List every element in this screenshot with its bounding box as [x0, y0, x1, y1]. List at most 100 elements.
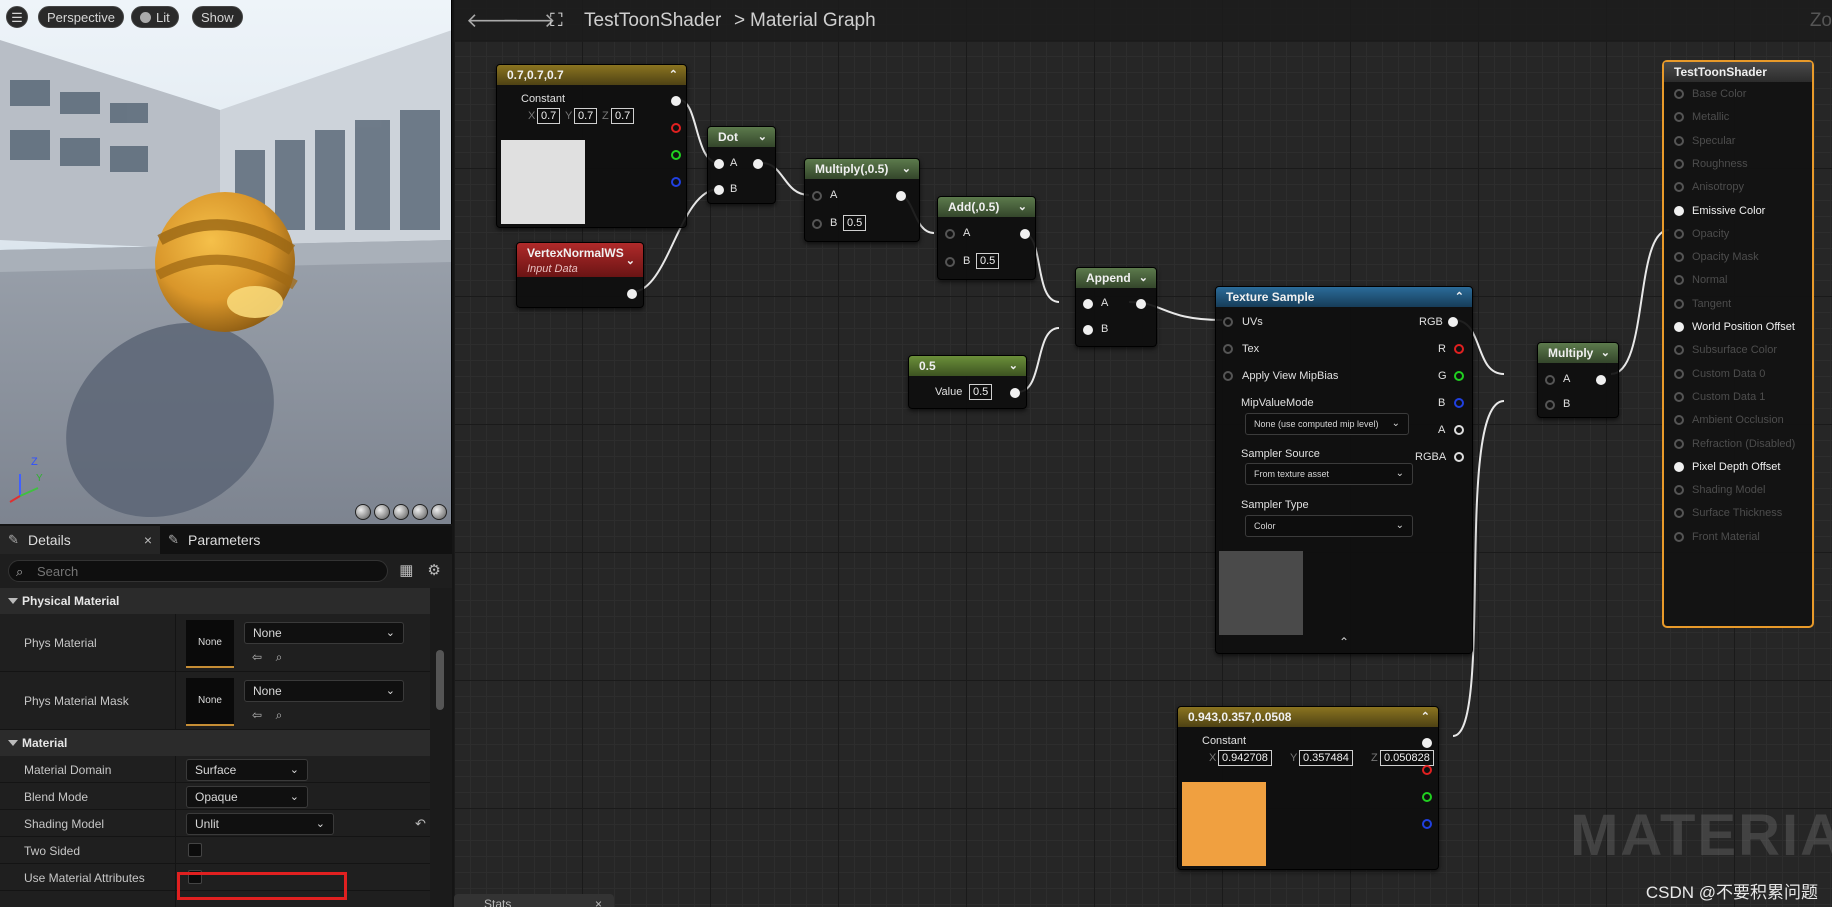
node-scalar-half[interactable]: 0.5 ⌄ Value 0.5 — [908, 355, 1027, 409]
x-value-field[interactable]: 0.7 — [537, 108, 561, 124]
material-graph[interactable]: 🡐 🡒 ⛶ TestToonShader > Material Graph Zo… — [454, 0, 1832, 907]
result-input-refraction-disabled[interactable]: Refraction (Disabled) — [1674, 436, 1795, 452]
viewport[interactable]: ☰ Perspective Lit Show Z Y — [0, 0, 452, 524]
result-input-custom-data-0[interactable]: Custom Data 0 — [1674, 366, 1765, 382]
chevron-down-icon[interactable]: ⌄ — [902, 159, 911, 179]
z-value-field[interactable]: 0.050828 — [1380, 750, 1434, 766]
node-dot[interactable]: Dot ⌄ A B — [707, 126, 776, 204]
node-append[interactable]: Append ⌄ A B — [1075, 267, 1157, 347]
chevron-down-icon[interactable]: ⌄ — [1139, 268, 1148, 288]
node-texture-sample[interactable]: Texture Sample ⌃ UVs Tex Apply View MipBi… — [1215, 286, 1473, 654]
preview-cylinder-icon[interactable] — [355, 504, 371, 520]
sampler-source-dropdown[interactable]: From texture asset ⌄ — [1245, 463, 1413, 485]
result-input-custom-data-1[interactable]: Custom Data 1 — [1674, 389, 1765, 405]
reset-to-default-icon[interactable]: ↶ — [415, 816, 426, 832]
result-input-shading-model[interactable]: Shading Model — [1674, 482, 1765, 498]
result-input-ambient-occlusion[interactable]: Ambient Occlusion — [1674, 412, 1784, 428]
two-sided-checkbox[interactable] — [188, 843, 202, 857]
node-multiply-half[interactable]: Multiply(,0.5) ⌄ A B 0.5 — [804, 158, 920, 242]
phys-material-mask-dropdown[interactable]: None ⌄ — [244, 680, 404, 702]
node-constant3-orange[interactable]: 0.943,0.357,0.0508 ⌃ Constant X 0.942708 … — [1177, 706, 1439, 870]
input-pin[interactable] — [1674, 438, 1684, 449]
result-input-metallic[interactable]: Metallic — [1674, 109, 1729, 125]
chevron-down-icon[interactable]: ⌄ — [1009, 356, 1018, 376]
output-pin-r[interactable] — [1454, 344, 1464, 354]
y-value-field[interactable]: 0.7 — [574, 108, 598, 124]
input-pin-b[interactable] — [812, 219, 822, 229]
input-pin[interactable] — [1674, 228, 1684, 239]
result-input-surface-thickness[interactable]: Surface Thickness — [1674, 505, 1782, 521]
search-box[interactable]: ⌕ — [8, 560, 389, 582]
output-pin[interactable] — [627, 289, 637, 299]
collapse-icon[interactable]: ⌃ — [669, 65, 678, 85]
close-tab-icon[interactable]: × — [144, 526, 152, 554]
input-pin-uvs[interactable] — [1223, 317, 1233, 327]
input-pin-b[interactable] — [1083, 325, 1093, 335]
output-pin[interactable] — [1596, 375, 1606, 385]
collapse-preview-icon[interactable]: ⌃ — [1339, 635, 1349, 649]
chevron-down-icon[interactable]: ⌄ — [626, 251, 635, 271]
preview-sphere-icon[interactable] — [374, 504, 390, 520]
gear-icon[interactable]: ⚙ — [424, 561, 444, 581]
result-input-opacity-mask[interactable]: Opacity Mask — [1674, 249, 1759, 265]
collapse-icon[interactable]: ⌃ — [1421, 707, 1430, 727]
input-pin[interactable] — [1674, 368, 1684, 379]
input-pin[interactable] — [1674, 298, 1684, 309]
input-pin-b[interactable] — [1545, 400, 1555, 410]
node-constant3-gray[interactable]: 0.7,0.7,0.7 ⌃ Constant X 0.7 Y 0.7 Z 0.7 — [496, 64, 687, 228]
output-pin-a[interactable] — [1454, 425, 1464, 435]
output-pin-b[interactable] — [1454, 398, 1464, 408]
input-pin-a[interactable] — [945, 229, 955, 239]
input-pin[interactable] — [1674, 205, 1684, 216]
output-pin-b[interactable] — [671, 177, 681, 187]
output-pin-g[interactable] — [1454, 371, 1464, 381]
b-value-field[interactable]: 0.5 — [843, 215, 867, 231]
category-material[interactable]: Material — [0, 730, 430, 756]
tab-parameters[interactable]: ✎ Parameters — [160, 526, 270, 554]
input-pin[interactable] — [1674, 275, 1684, 286]
input-pin[interactable] — [1674, 135, 1684, 146]
forward-arrow-icon[interactable]: 🡒 — [502, 8, 556, 33]
input-pin[interactable] — [1674, 485, 1684, 496]
result-input-opacity[interactable]: Opacity — [1674, 226, 1729, 242]
input-pin[interactable] — [1674, 461, 1684, 472]
result-input-roughness[interactable]: Roughness — [1674, 156, 1748, 172]
input-pin-b[interactable] — [714, 185, 724, 195]
input-pin-tex[interactable] — [1223, 344, 1233, 354]
close-icon[interactable]: × — [595, 894, 602, 907]
input-pin[interactable] — [1674, 252, 1684, 263]
result-input-normal[interactable]: Normal — [1674, 272, 1727, 288]
z-value-field[interactable]: 0.7 — [611, 108, 635, 124]
shading-model-dropdown[interactable]: Unlit ⌄ — [186, 813, 334, 835]
chevron-down-icon[interactable]: ⌄ — [758, 127, 767, 147]
result-input-world-position-offset[interactable]: World Position Offset — [1674, 319, 1795, 335]
use-selected-icon[interactable]: ⇦ — [250, 708, 264, 722]
browse-icon[interactable]: ⌕ — [272, 650, 286, 664]
browse-icon[interactable]: ⌕ — [272, 708, 286, 722]
input-pin-a[interactable] — [1083, 299, 1093, 309]
input-pin[interactable] — [1674, 89, 1684, 99]
input-pin-a[interactable] — [812, 191, 822, 201]
category-physical-material[interactable]: Physical Material — [0, 588, 430, 614]
viewport-menu-button[interactable]: ☰ — [6, 6, 28, 28]
input-pin-mipbias[interactable] — [1223, 371, 1233, 381]
output-pin[interactable] — [671, 96, 681, 106]
input-pin[interactable] — [1674, 531, 1684, 542]
output-pin[interactable] — [896, 191, 906, 201]
input-pin[interactable] — [1674, 322, 1684, 332]
chevron-down-icon[interactable]: ⌄ — [1018, 197, 1027, 217]
result-input-front-material[interactable]: Front Material — [1674, 529, 1760, 545]
output-pin-g[interactable] — [1422, 792, 1432, 802]
input-pin[interactable] — [1674, 508, 1684, 519]
input-pin[interactable] — [1674, 415, 1684, 426]
input-pin[interactable] — [1674, 391, 1684, 402]
table-view-icon[interactable]: ▦ — [396, 561, 416, 581]
result-input-specular[interactable]: Specular — [1674, 133, 1735, 149]
preview-mesh-icon[interactable] — [431, 504, 447, 520]
node-multiply[interactable]: Multiply ⌄ A B — [1537, 342, 1619, 418]
output-pin-r[interactable] — [1422, 765, 1432, 775]
phys-material-dropdown[interactable]: None ⌄ — [244, 622, 404, 644]
input-pin-b[interactable] — [945, 257, 955, 267]
input-pin[interactable] — [1674, 345, 1684, 356]
y-value-field[interactable]: 0.357484 — [1299, 750, 1353, 766]
